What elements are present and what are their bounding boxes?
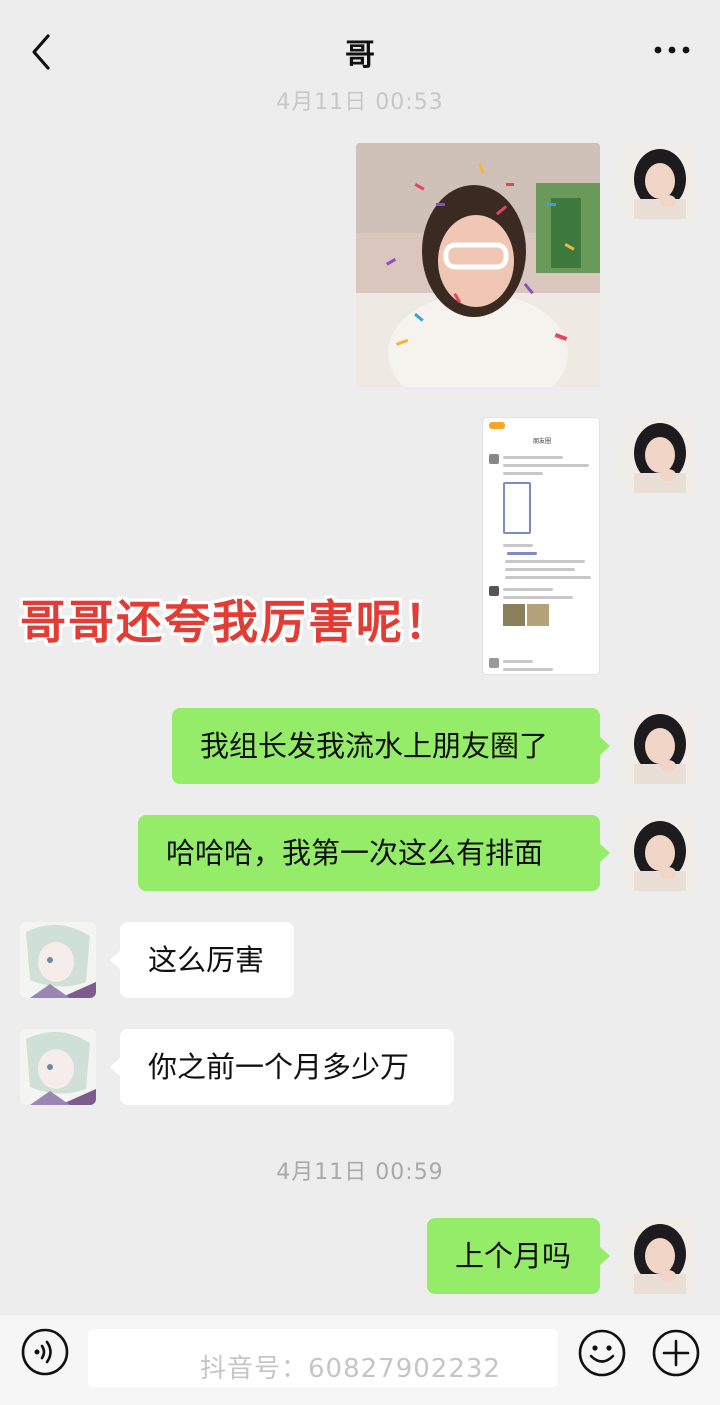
voice-icon[interactable] — [20, 1327, 70, 1377]
screenshot-title: 朋友圈 — [532, 438, 551, 445]
avatar[interactable] — [622, 143, 698, 219]
watermark: 抖音号：60827902232 — [200, 1354, 501, 1384]
message-bubble[interactable]: 哈哈哈，我第一次这么有排面 — [138, 815, 610, 891]
avatar[interactable] — [622, 1218, 698, 1294]
plus-icon[interactable] — [650, 1327, 702, 1379]
message-bubble[interactable]: 这么厉害 — [110, 922, 294, 998]
avatar[interactable] — [20, 922, 96, 998]
chat-title: 哥 — [345, 38, 375, 73]
image-message[interactable] — [356, 143, 600, 387]
avatar[interactable] — [622, 417, 698, 493]
avatar[interactable] — [20, 1029, 96, 1105]
avatar[interactable] — [622, 708, 698, 784]
message-bubble[interactable]: 我组长发我流水上朋友圈了 — [172, 708, 610, 784]
message-bubble[interactable]: 你之前一个月多少万 — [110, 1029, 454, 1105]
message-bubble[interactable]: 上个月吗 — [427, 1218, 610, 1294]
timestamp: 4月11日 00:53 — [276, 90, 444, 115]
timestamp: 4月11日 00:59 — [276, 1160, 444, 1185]
more-dots-icon[interactable] — [652, 40, 692, 60]
status-badge — [489, 422, 505, 429]
avatar[interactable] — [622, 815, 698, 891]
overlay-caption: 哥哥还夸我厉害呢！ — [20, 595, 452, 649]
emoji-icon[interactable] — [576, 1327, 628, 1379]
screenshot-message[interactable]: 朋友圈 — [482, 417, 600, 675]
